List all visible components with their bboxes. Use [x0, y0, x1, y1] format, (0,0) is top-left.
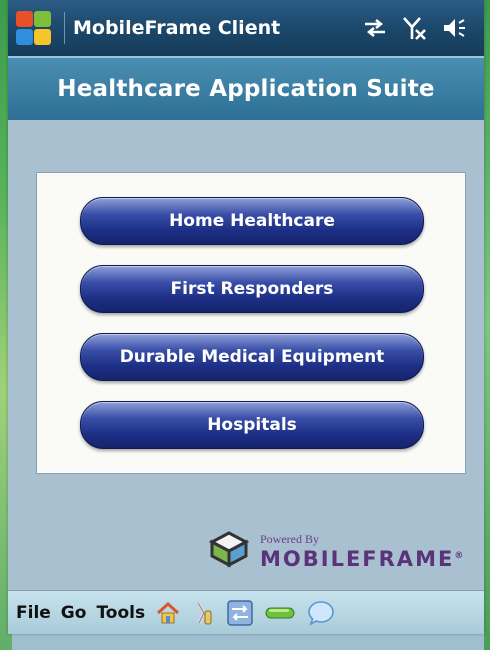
hospitals-button[interactable]: Hospitals [80, 401, 424, 449]
mobileframe-cube-icon [208, 530, 250, 572]
device-screen: MobileFrame Client Healthcare Applicatio… [8, 0, 484, 634]
wallpaper-right [484, 0, 490, 650]
logo-text: Powered By MOBILEFRAME® [260, 533, 463, 570]
speaker-icon[interactable] [442, 16, 468, 40]
home-healthcare-button[interactable]: Home Healthcare [80, 197, 424, 245]
page-title: Healthcare Application Suite [57, 76, 435, 102]
home-icon[interactable] [155, 600, 181, 626]
menu-panel: Home Healthcare First Responders Durable… [36, 172, 466, 474]
bottom-menu-bar: File Go Tools [8, 590, 484, 634]
registered-mark: ® [454, 550, 464, 561]
status-pill-icon[interactable] [265, 606, 295, 620]
title-separator [64, 12, 65, 44]
tools-icon[interactable] [193, 599, 215, 627]
brand-name-text: MOBILEFRAME [260, 546, 455, 571]
system-tray [362, 15, 468, 41]
menu-tools[interactable]: Tools [96, 603, 145, 623]
title-bar: MobileFrame Client [8, 0, 484, 56]
windows-start-icon[interactable] [14, 8, 54, 48]
sync-arrows-icon[interactable] [362, 17, 388, 39]
first-responders-button[interactable]: First Responders [80, 265, 424, 313]
menu-file[interactable]: File [16, 603, 51, 623]
powered-by-label: Powered By [260, 531, 319, 546]
mobileframe-logo: Powered By MOBILEFRAME® [208, 526, 478, 576]
page-header: Healthcare Application Suite [8, 56, 484, 120]
menu-go[interactable]: Go [61, 603, 87, 623]
brand-name: MOBILEFRAME® [260, 545, 463, 570]
durable-medical-equipment-button[interactable]: Durable Medical Equipment [80, 333, 424, 381]
transfer-icon[interactable] [227, 599, 253, 626]
app-title: MobileFrame Client [73, 17, 281, 39]
no-signal-icon[interactable] [402, 15, 428, 41]
chat-bubble-icon[interactable] [307, 599, 335, 627]
